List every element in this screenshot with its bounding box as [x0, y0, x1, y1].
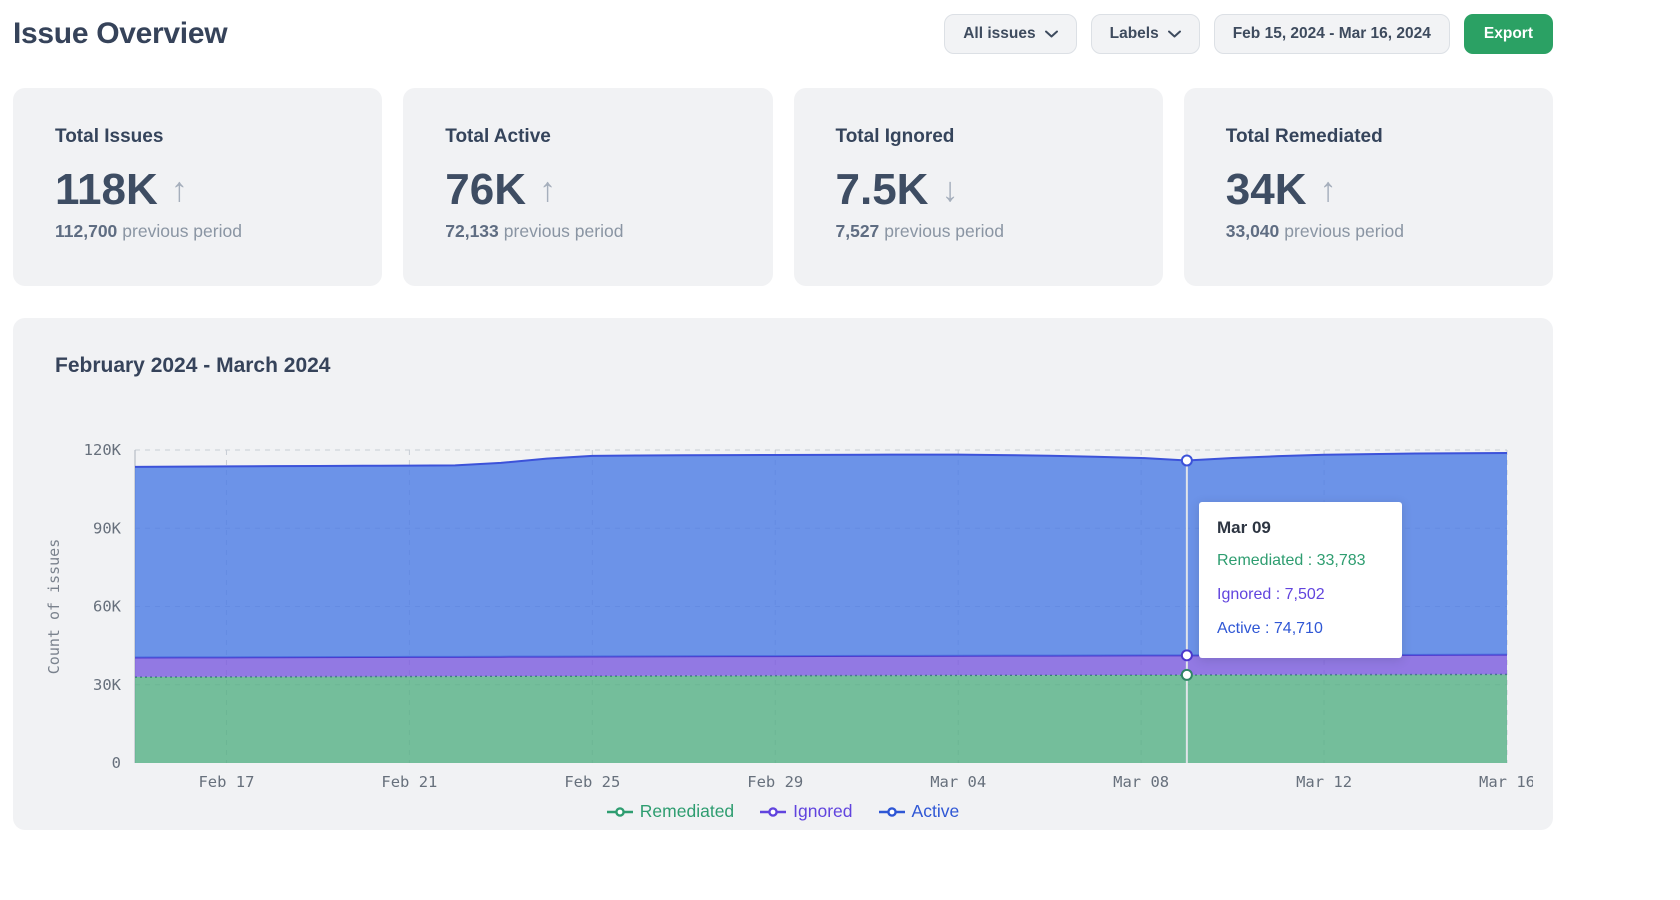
trend-up-icon: ↑ — [539, 173, 556, 207]
chart-tooltip: Mar 09 Remediated : 33,783 Ignored : 7,50… — [1199, 502, 1402, 658]
filter-labels-dropdown[interactable]: Labels — [1091, 14, 1200, 54]
svg-text:Mar 04: Mar 04 — [930, 773, 986, 791]
stat-card-title: Total Remediated — [1226, 126, 1533, 148]
stat-card-previous: 112,700previous period — [55, 221, 362, 242]
stat-card-previous: 7,527previous period — [836, 221, 1143, 242]
chart-panel: February 2024 - March 2024 0 30K 60K 90K 120… — [13, 318, 1553, 830]
svg-text:60K: 60K — [93, 598, 122, 616]
chart-tooltip-row-active: Active : 74,710 — [1217, 620, 1388, 638]
stat-card-value: 76K — [445, 168, 526, 212]
stat-card-value: 34K — [1226, 168, 1307, 212]
trend-down-icon: ↓ — [941, 173, 958, 207]
legend-line-marker-icon — [607, 806, 633, 818]
export-button[interactable]: Export — [1464, 14, 1553, 54]
date-range-label: Feb 15, 2024 - Mar 16, 2024 — [1233, 25, 1431, 43]
stat-card-value: 7.5K — [836, 168, 929, 212]
chart-title: February 2024 - March 2024 — [55, 354, 330, 378]
chart-tooltip-row-remediated: Remediated : 33,783 — [1217, 552, 1388, 570]
stat-card-title: Total Ignored — [836, 126, 1143, 148]
page-title: Issue Overview — [13, 17, 227, 51]
trend-up-icon: ↑ — [171, 173, 188, 207]
top-bar: Issue Overview All issues Labels Feb 15,… — [13, 14, 1553, 54]
chevron-down-icon — [1168, 30, 1181, 38]
chart-legend: Remediated Ignored Active — [13, 801, 1553, 822]
chevron-down-icon — [1045, 30, 1058, 38]
stat-card-total-remediated: Total Remediated 34K ↑ 33,040previous pe… — [1184, 88, 1553, 286]
svg-text:Mar 08: Mar 08 — [1113, 773, 1169, 791]
chart-tooltip-date: Mar 09 — [1217, 518, 1388, 538]
legend-line-marker-icon — [879, 806, 905, 818]
legend-item-remediated[interactable]: Remediated — [607, 801, 734, 822]
filter-all-issues-label: All issues — [963, 25, 1035, 43]
svg-text:120K: 120K — [84, 441, 122, 459]
legend-item-ignored[interactable]: Ignored — [760, 801, 852, 822]
legend-line-marker-icon — [760, 806, 786, 818]
stat-card-previous: 72,133previous period — [445, 221, 752, 242]
svg-text:30K: 30K — [93, 676, 122, 694]
stat-card-value: 118K — [55, 168, 158, 212]
trend-up-icon: ↑ — [1319, 173, 1336, 207]
stat-cards-row: Total Issues 118K ↑ 112,700previous peri… — [13, 88, 1553, 286]
svg-text:Feb 17: Feb 17 — [198, 773, 254, 791]
stat-card-total-active: Total Active 76K ↑ 72,133previous period — [403, 88, 772, 286]
toolbar-controls: All issues Labels Feb 15, 2024 - Mar 16,… — [944, 14, 1553, 54]
svg-text:Mar 12: Mar 12 — [1296, 773, 1352, 791]
stat-card-title: Total Active — [445, 126, 752, 148]
legend-item-active[interactable]: Active — [879, 801, 960, 822]
svg-text:90K: 90K — [93, 519, 122, 537]
stat-card-previous: 33,040previous period — [1226, 221, 1533, 242]
filter-all-issues-dropdown[interactable]: All issues — [944, 14, 1076, 54]
svg-text:Feb 25: Feb 25 — [564, 773, 620, 791]
svg-text:Feb 29: Feb 29 — [747, 773, 803, 791]
svg-text:Feb 21: Feb 21 — [381, 773, 437, 791]
svg-text:Count of issues: Count of issues — [45, 539, 63, 674]
filter-labels-label: Labels — [1110, 25, 1159, 43]
stat-card-total-ignored: Total Ignored 7.5K ↓ 7,527previous perio… — [794, 88, 1163, 286]
stat-card-total-issues: Total Issues 118K ↑ 112,700previous peri… — [13, 88, 382, 286]
svg-text:Mar 16: Mar 16 — [1479, 773, 1533, 791]
stat-card-title: Total Issues — [55, 126, 362, 148]
chart-tooltip-row-ignored: Ignored : 7,502 — [1217, 586, 1388, 604]
date-range-picker[interactable]: Feb 15, 2024 - Mar 16, 2024 — [1214, 14, 1450, 54]
svg-text:0: 0 — [112, 754, 121, 772]
